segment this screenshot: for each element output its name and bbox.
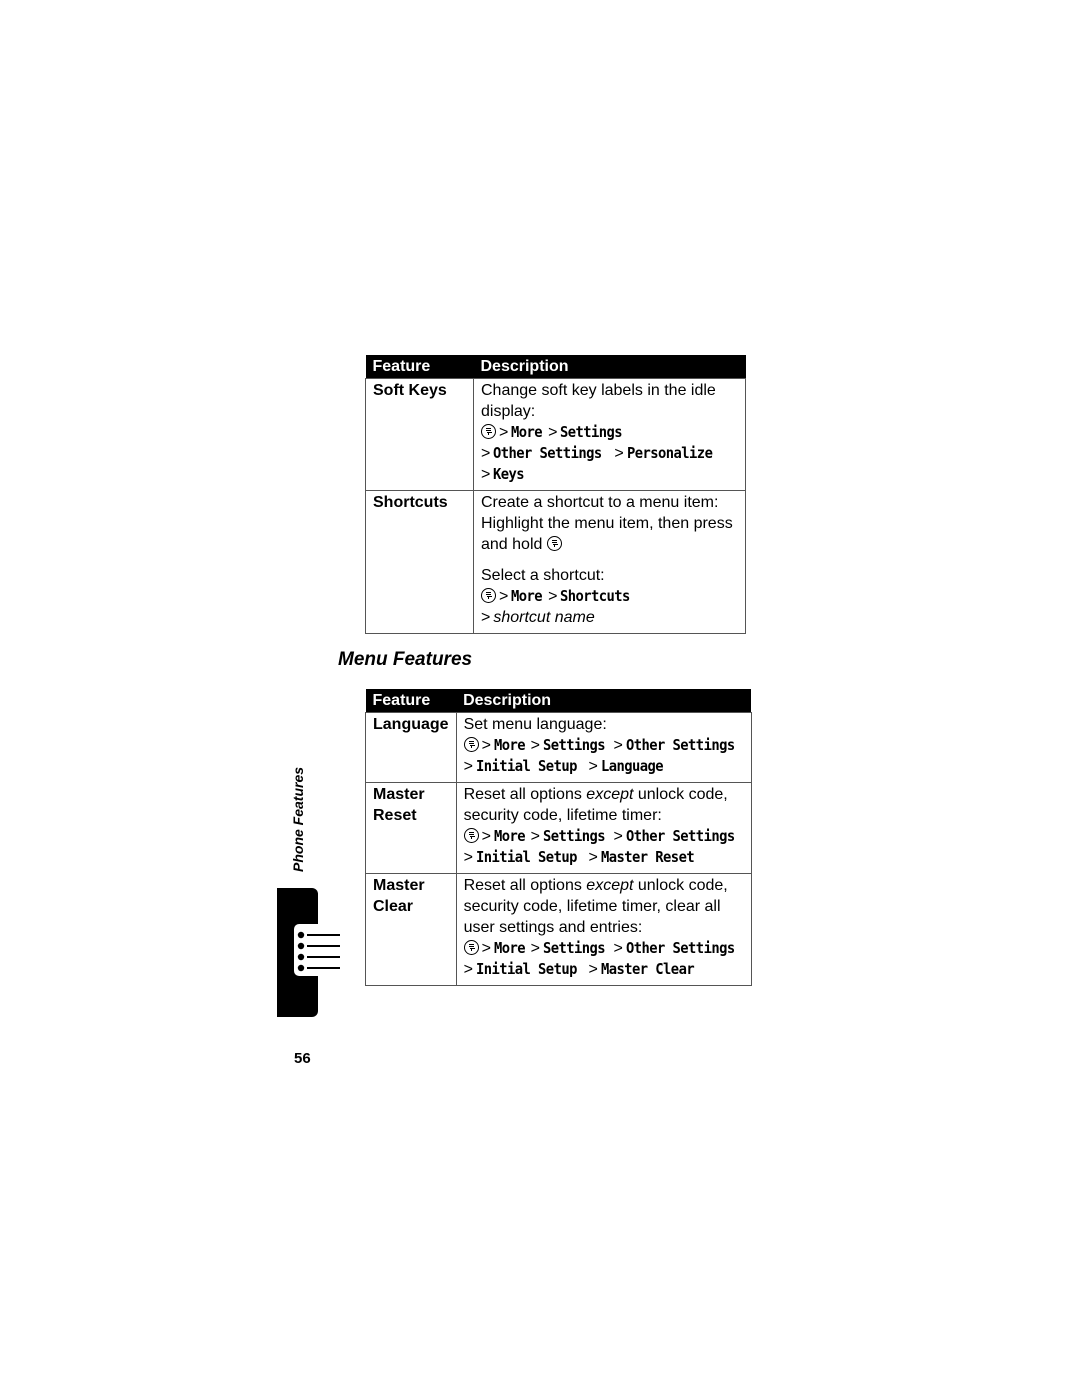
header-description: Description bbox=[456, 689, 752, 713]
feature-cell: Shortcuts bbox=[365, 490, 474, 634]
menu-path: > More > Shortcuts bbox=[481, 586, 738, 607]
menu-key-icon bbox=[481, 424, 496, 439]
menu-path: > Initial Setup > Language bbox=[463, 757, 664, 775]
menu-path: > Initial Setup > Master Reset bbox=[463, 848, 695, 866]
feature-cell: Language bbox=[365, 712, 457, 783]
menu-path: > More > Settings > Other Settings bbox=[463, 938, 744, 959]
description-cell: Set menu language: > More > Settings > Other … bbox=[455, 712, 752, 783]
description-text: Reset all options except unlock code, se… bbox=[463, 786, 728, 824]
menu-key-icon bbox=[546, 536, 562, 551]
section-title: Menu Features bbox=[338, 649, 473, 670]
menu-path: > Initial Setup > Master Clear bbox=[463, 960, 695, 978]
table-row: Language Set menu language: > More > Settin… bbox=[365, 712, 752, 783]
soft-keys-shortcuts-table: Feature Description Soft Keys Change sof… bbox=[365, 355, 746, 634]
list-line bbox=[307, 945, 340, 947]
menu-path: > More > Settings > Other Settings bbox=[463, 735, 744, 756]
menu-key-icon bbox=[481, 588, 496, 603]
list-bullet bbox=[297, 964, 305, 972]
description-text: Change soft key labels in the idle displ… bbox=[481, 382, 716, 420]
feature-cell: Master Clear bbox=[365, 873, 457, 986]
list-bullet bbox=[297, 953, 305, 961]
menu-features-table: Feature Description Language Set menu la… bbox=[365, 689, 752, 986]
table-row: Soft Keys Change soft key labels in the … bbox=[365, 378, 746, 491]
page-number: 56 bbox=[294, 1050, 311, 1067]
menu-path: > Other Settings > Personalize bbox=[481, 444, 713, 462]
table-header-row: Feature Description bbox=[365, 689, 752, 713]
description-text: Select a shortcut: bbox=[481, 567, 605, 584]
list-line bbox=[307, 934, 340, 936]
list-bullet bbox=[297, 931, 305, 939]
header-feature: Feature bbox=[365, 355, 474, 379]
menu-path: > More > Settings bbox=[481, 422, 738, 443]
list-line bbox=[307, 967, 340, 969]
menu-key-icon bbox=[463, 828, 479, 843]
feature-cell: Soft Keys bbox=[365, 378, 474, 491]
description-cell: Reset all options except unlock code, se… bbox=[455, 873, 752, 986]
list-bullet bbox=[297, 942, 305, 950]
menu-key-icon bbox=[463, 737, 479, 752]
table-row: Master Reset Reset all options except unl… bbox=[365, 782, 752, 874]
header-description: Description bbox=[473, 355, 746, 379]
chapter-side-label: Phone Features bbox=[290, 766, 306, 872]
menu-path: > Keys bbox=[481, 465, 525, 483]
list-line bbox=[307, 956, 340, 958]
table-row: Master Clear Reset all options except unl… bbox=[365, 873, 752, 986]
description-text: Create a shortcut to a menu item: Highli… bbox=[481, 494, 733, 553]
feature-cell: Master Reset bbox=[365, 782, 457, 874]
description-cell: Reset all options except unlock code, se… bbox=[455, 782, 752, 874]
menu-path: > More > Settings > Other Settings bbox=[463, 826, 744, 847]
description-text: Reset all options except unlock code, se… bbox=[463, 877, 728, 936]
list-icon bbox=[297, 931, 340, 972]
description-cell: Change soft key labels in the idle displ… bbox=[473, 378, 746, 491]
header-feature: Feature bbox=[365, 689, 457, 713]
table-header-row: Feature Description bbox=[365, 355, 746, 379]
table-row: Shortcuts Create a shortcut to a menu it… bbox=[365, 490, 746, 634]
menu-key-icon bbox=[463, 940, 479, 955]
menu-path: > shortcut name bbox=[481, 609, 595, 626]
description-cell: Create a shortcut to a menu item: Highli… bbox=[473, 490, 746, 634]
description-text: Set menu language: bbox=[463, 716, 607, 733]
